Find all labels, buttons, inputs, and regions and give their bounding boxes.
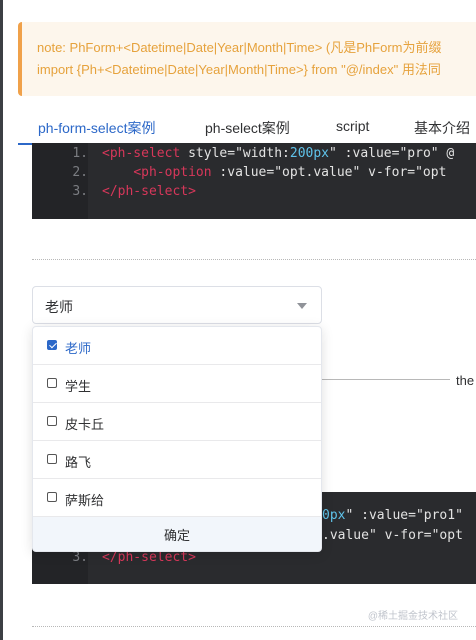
line-number: 1.	[72, 146, 88, 161]
tab-bar: ph-form-select案例 ph-select案例 script 基本介绍	[18, 110, 476, 145]
code-block-top: 1. <ph-select style="width:200px" :value…	[32, 143, 476, 219]
caret-down-icon[interactable]	[297, 303, 307, 309]
line-number: 3.	[72, 184, 88, 199]
option-item[interactable]: 路飞	[33, 441, 321, 479]
code-line: </ph-select>	[102, 550, 196, 565]
tab-ph-select[interactable]: ph-select案例	[205, 118, 290, 138]
checkbox-checked-icon[interactable]	[47, 340, 57, 350]
note-banner: note: PhForm+<Datetime|Date|Year|Month|T…	[18, 22, 476, 96]
code-line: 0px" :value="pro1"	[322, 508, 463, 523]
confirm-button[interactable]: 确定	[33, 517, 321, 551]
watermark: @稀土掘金技术社区	[367, 611, 458, 622]
note-line-2: import {Ph+<Datetime|Date|Year|Month|Tim…	[37, 62, 441, 77]
option-label: 皮卡丘	[65, 417, 105, 432]
code-line: </ph-select>	[102, 184, 196, 199]
line-number: 2.	[72, 165, 88, 180]
option-label: 路飞	[65, 455, 92, 470]
tab-script[interactable]: script	[336, 118, 369, 134]
option-item[interactable]: 学生	[33, 365, 321, 403]
option-item[interactable]: 皮卡丘	[33, 403, 321, 441]
option-item[interactable]: 萨斯给	[33, 479, 321, 517]
code-line: .value" v-for="opt	[322, 528, 463, 543]
checkbox-icon[interactable]	[47, 492, 57, 502]
checkbox-icon[interactable]	[47, 454, 57, 464]
note-line-1: note: PhForm+<Datetime|Date|Year|Month|T…	[37, 40, 442, 55]
option-item[interactable]: 老师	[33, 327, 321, 365]
partial-text: the	[456, 373, 475, 388]
code-line: <ph-option :value="opt.value" v-for="opt	[133, 165, 447, 180]
option-label: 学生	[65, 379, 92, 394]
checkbox-icon[interactable]	[47, 378, 57, 388]
select-dropdown: 老师 学生 皮卡丘 路飞 萨斯给 确定	[32, 326, 322, 552]
divider	[322, 379, 450, 380]
option-label: 萨斯给	[65, 493, 105, 508]
option-label: 老师	[65, 341, 92, 356]
tab-ph-form-select[interactable]: ph-form-select案例	[38, 118, 155, 138]
select-value: 老师	[45, 299, 73, 315]
tab-basic-intro[interactable]: 基本介绍	[414, 118, 470, 138]
divider	[32, 626, 476, 627]
code-line: <ph-select style="width:200px" :value="p…	[102, 146, 455, 161]
checkbox-icon[interactable]	[47, 416, 57, 426]
divider	[32, 259, 476, 260]
line-number: 3.	[72, 550, 88, 565]
left-edge-strip	[0, 0, 3, 640]
select-input[interactable]: 老师	[32, 286, 322, 324]
